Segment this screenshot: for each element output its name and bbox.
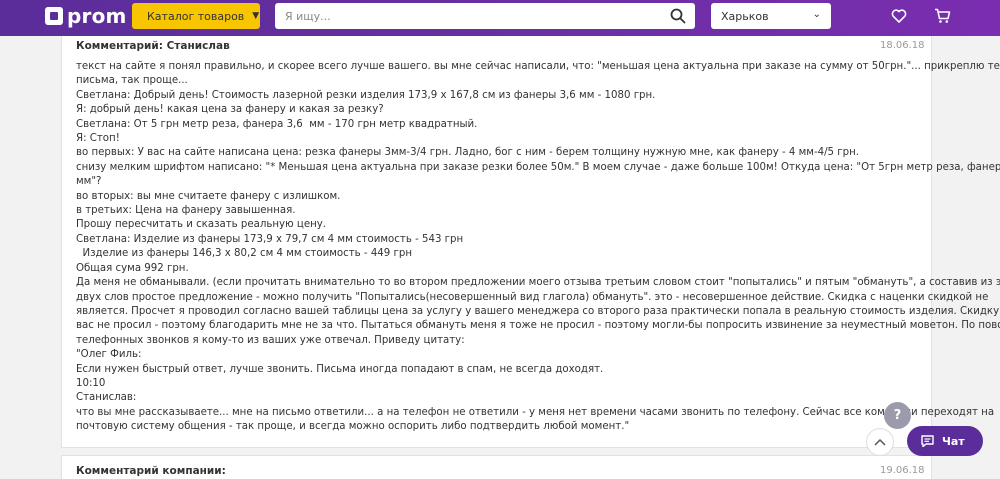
- chevron-up-icon: [874, 438, 886, 446]
- comment-line: что вы мне рассказываете... мне на письм…: [76, 406, 995, 418]
- comment-line: во вторых: вы мне считаете фанеру с изли…: [76, 190, 341, 202]
- comment-line: почтовую систему общения - так проще, и …: [76, 421, 630, 433]
- comment-body: текст на сайте я понял правильно, и скор…: [76, 60, 1000, 435]
- city-value: Харьков: [721, 9, 769, 23]
- comment-line: Светлана: От 5 грн метр реза, фанера 3,6…: [76, 118, 478, 130]
- comment-line: Если нужен быстрый ответ, лучше звонить.…: [76, 363, 604, 375]
- heart-icon[interactable]: [891, 8, 907, 24]
- comment-line: в третьих: Цена на фанеру завышенная.: [76, 205, 296, 217]
- comment-line: "Олег Филь:: [76, 349, 142, 361]
- comment-line: двух слов простое предложение - можно по…: [76, 291, 989, 303]
- catalog-button-label: Каталог товаров: [147, 9, 245, 23]
- comment-line: Станислав:: [76, 392, 137, 404]
- chevron-down-icon: ⌄: [812, 9, 821, 20]
- comment-line: снизу мелким шрифтом написано: "* Меньша…: [76, 161, 1000, 173]
- comment-line: 10:10: [76, 377, 106, 389]
- search-icon[interactable]: [670, 8, 686, 24]
- comment-line: мм"?: [76, 176, 102, 188]
- comment-line: Я: Стоп!: [76, 133, 120, 145]
- comment-line: во первых: У вас на сайте написана цена:…: [76, 147, 859, 159]
- comment-line: вас не просил - поэтому благодарить мне …: [76, 320, 1000, 332]
- help-icon: ?: [893, 408, 902, 423]
- comment-line: Прошу пересчитать и сказать реальную цен…: [76, 219, 327, 231]
- comment-author-title: Комментарий: Станислав: [76, 40, 230, 52]
- company-comment-title: Комментарий компании:: [76, 465, 226, 477]
- comment-line: Изделие из фанеры 146,3 х 80,2 см 4 мм с…: [76, 248, 412, 260]
- catalog-button[interactable]: Каталог товаров ▼: [132, 3, 260, 29]
- comment-line: Я: добрый день! какая цена за фанеру и к…: [76, 104, 384, 116]
- comment-date: 18.06.18: [880, 40, 925, 51]
- chat-label: Чат: [942, 434, 965, 448]
- comment-line: является. Просчет я проводил согласно ва…: [76, 305, 1000, 317]
- comment-line: телефонных звонков я кому-то из ваших уж…: [76, 334, 465, 346]
- search-input[interactable]: [275, 3, 655, 29]
- chevron-down-icon: ▼: [252, 11, 260, 21]
- comment-line: Светлана: Добрый день! Стоимость лазерно…: [76, 89, 656, 101]
- scroll-top-button[interactable]: [866, 428, 894, 456]
- comment-line: текст на сайте я понял правильно, и скор…: [76, 61, 1000, 72]
- search-box: [275, 3, 695, 29]
- comment-line: Да меня не обманывали. (если прочитать в…: [76, 277, 1000, 289]
- cart-icon[interactable]: [934, 8, 951, 24]
- help-button[interactable]: ?: [884, 402, 911, 429]
- comment-line: письма, так проще...: [76, 75, 188, 87]
- comment-line: Светлана: Изделие из фанеры 173,9 х 79,7…: [76, 233, 464, 245]
- top-header: prom Каталог товаров ▼ Харьков ⌄: [0, 0, 1000, 36]
- comment-line: Общая сума 992 грн.: [76, 262, 189, 274]
- logo-icon: [45, 7, 63, 25]
- chat-icon: [921, 435, 934, 447]
- logo-text: prom: [67, 4, 127, 28]
- city-select[interactable]: Харьков ⌄: [711, 3, 831, 29]
- chat-button[interactable]: Чат: [907, 426, 983, 456]
- company-comment-date: 19.06.18: [880, 465, 925, 476]
- prom-logo[interactable]: prom: [45, 4, 127, 28]
